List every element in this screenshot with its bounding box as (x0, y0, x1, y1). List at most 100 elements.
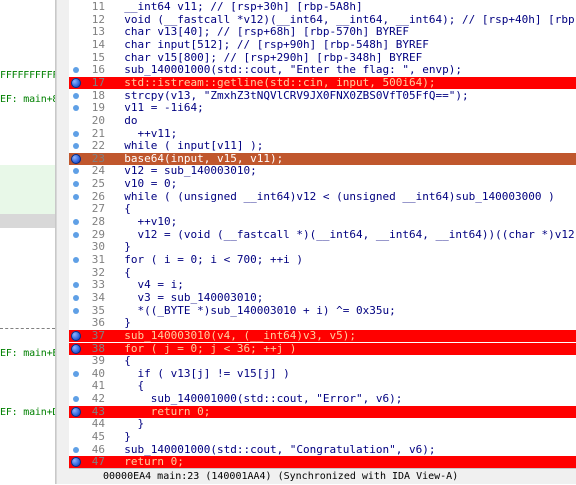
line-marker[interactable] (69, 279, 83, 291)
code-line[interactable]: 37 sub_140003010(v4, (__int64)v3, v5); (69, 330, 576, 342)
line-marker[interactable] (69, 178, 83, 190)
line-marker[interactable] (69, 292, 83, 304)
code-line[interactable]: 11 __int64 v11; // [rsp+30h] [rbp-5A8h] (69, 1, 576, 13)
code-line[interactable]: 29 v12 = (void (__fastcall *)(__int64, _… (69, 229, 576, 241)
line-marker[interactable] (69, 317, 83, 329)
code-line[interactable]: 42 sub_140001000(std::cout, "Error", v6)… (69, 393, 576, 405)
line-marker[interactable] (69, 406, 83, 418)
instruction-dot-icon[interactable] (73, 371, 79, 377)
line-marker[interactable] (69, 456, 83, 468)
line-marker[interactable] (69, 305, 83, 317)
instruction-dot-icon[interactable] (73, 282, 79, 288)
code-text[interactable]: while ( (unsigned __int64)v12 < (unsigne… (111, 191, 554, 203)
line-marker[interactable] (69, 153, 83, 165)
code-line[interactable]: 40 if ( v13[j] != v15[j] ) (69, 368, 576, 380)
code-line[interactable]: 26 while ( (unsigned __int64)v12 < (unsi… (69, 191, 576, 203)
line-marker[interactable] (69, 140, 83, 152)
instruction-dot-icon[interactable] (73, 232, 79, 238)
instruction-dot-icon[interactable] (73, 308, 79, 314)
line-marker[interactable] (69, 90, 83, 102)
code-line[interactable]: 20 do (69, 115, 576, 127)
breakpoint-icon[interactable] (71, 154, 81, 164)
line-marker[interactable] (69, 191, 83, 203)
code-line[interactable]: 33 v4 = i; (69, 279, 576, 291)
code-line[interactable]: 27 { (69, 203, 576, 215)
line-marker[interactable] (69, 216, 83, 228)
code-text[interactable]: char v13[40]; // [rsp+68h] [rbp-570h] BY… (111, 26, 409, 38)
code-text[interactable]: v11 = -1i64; (111, 102, 203, 114)
instruction-dot-icon[interactable] (73, 168, 79, 174)
line-marker[interactable] (69, 128, 83, 140)
line-marker[interactable] (69, 203, 83, 215)
panel-splitter[interactable] (56, 0, 70, 484)
instruction-dot-icon[interactable] (73, 295, 79, 301)
code-line[interactable]: 36 } (69, 317, 576, 329)
instruction-dot-icon[interactable] (73, 257, 79, 263)
line-marker[interactable] (69, 267, 83, 279)
code-line[interactable]: 41 { (69, 380, 576, 392)
line-marker[interactable] (69, 14, 83, 26)
line-marker[interactable] (69, 355, 83, 367)
code-text[interactable]: { (111, 203, 131, 215)
code-text[interactable]: v3 = sub_140003010; (111, 292, 263, 304)
code-line[interactable]: 16 sub_140001000(std::cout, "Enter the f… (69, 64, 576, 76)
code-line[interactable]: 30 } (69, 241, 576, 253)
code-line[interactable]: 31 for ( i = 0; i < 700; ++i ) (69, 254, 576, 266)
pseudocode-view[interactable]: 11 __int64 v11; // [rsp+30h] [rbp-5A8h] 1… (69, 0, 576, 468)
code-text[interactable]: sub_140001000(std::cout, "Enter the flag… (111, 64, 462, 76)
breakpoint-icon[interactable] (71, 457, 81, 467)
line-marker[interactable] (69, 39, 83, 51)
code-text[interactable]: do (111, 115, 137, 127)
breakpoint-icon[interactable] (71, 78, 81, 88)
code-line[interactable]: 22 while ( input[v11] ); (69, 140, 576, 152)
code-text[interactable]: *((_BYTE *)sub_140003010 + i) ^= 0x35u; (111, 305, 395, 317)
code-text[interactable]: __int64 v11; // [rsp+30h] [rbp-5A8h] (111, 1, 362, 13)
line-marker[interactable] (69, 444, 83, 456)
line-marker[interactable] (69, 165, 83, 177)
line-marker[interactable] (69, 229, 83, 241)
code-line[interactable]: 38 for ( j = 0; j < 36; ++j ) (69, 343, 576, 355)
line-marker[interactable] (69, 343, 83, 355)
code-text[interactable]: v10 = 0; (111, 178, 177, 190)
code-text[interactable]: while ( input[v11] ); (111, 140, 263, 152)
code-line[interactable]: 17 std::istream::getline(std::cin, input… (69, 77, 576, 89)
line-marker[interactable] (69, 52, 83, 64)
line-marker[interactable] (69, 330, 83, 342)
code-line[interactable]: 13 char v13[40]; // [rsp+68h] [rbp-570h]… (69, 26, 576, 38)
code-line[interactable]: 14 char input[512]; // [rsp+90h] [rbp-54… (69, 39, 576, 51)
instruction-dot-icon[interactable] (73, 181, 79, 187)
code-text[interactable]: sub_140003010(v4, (__int64)v3, v5); (111, 330, 356, 342)
code-text[interactable]: std::istream::getline(std::cin, input, 5… (111, 77, 435, 89)
instruction-dot-icon[interactable] (73, 131, 79, 137)
code-text[interactable]: } (111, 418, 144, 430)
code-line[interactable]: 44 } (69, 418, 576, 430)
code-line[interactable]: 34 v3 = sub_140003010; (69, 292, 576, 304)
line-marker[interactable] (69, 418, 83, 430)
code-line[interactable]: 25 v10 = 0; (69, 178, 576, 190)
line-marker[interactable] (69, 393, 83, 405)
instruction-dot-icon[interactable] (73, 219, 79, 225)
code-text[interactable]: v4 = i; (111, 279, 183, 291)
code-text[interactable]: for ( j = 0; j < 36; ++j ) (111, 343, 296, 355)
code-text[interactable]: } (111, 241, 131, 253)
line-marker[interactable] (69, 1, 83, 13)
code-line[interactable]: 19 v11 = -1i64; (69, 102, 576, 114)
breakpoint-icon[interactable] (71, 331, 81, 341)
code-text[interactable]: { (111, 380, 144, 392)
line-marker[interactable] (69, 254, 83, 266)
code-line[interactable]: 35 *((_BYTE *)sub_140003010 + i) ^= 0x35… (69, 305, 576, 317)
code-text[interactable]: sub_140001000(std::cout, "Error", v6); (111, 393, 403, 405)
line-marker[interactable] (69, 431, 83, 443)
line-marker[interactable] (69, 241, 83, 253)
code-line[interactable]: 43 return 0; (69, 406, 576, 418)
instruction-dot-icon[interactable] (73, 194, 79, 200)
instruction-dot-icon[interactable] (73, 143, 79, 149)
code-text[interactable]: } (111, 317, 131, 329)
instruction-dot-icon[interactable] (73, 396, 79, 402)
code-text[interactable]: v12 = sub_140003010; (111, 165, 256, 177)
code-text[interactable]: char input[512]; // [rsp+90h] [rbp-548h]… (111, 39, 429, 51)
line-marker[interactable] (69, 102, 83, 114)
instruction-dot-icon[interactable] (73, 105, 79, 111)
code-text[interactable]: ++v10; (111, 216, 177, 228)
line-marker[interactable] (69, 380, 83, 392)
